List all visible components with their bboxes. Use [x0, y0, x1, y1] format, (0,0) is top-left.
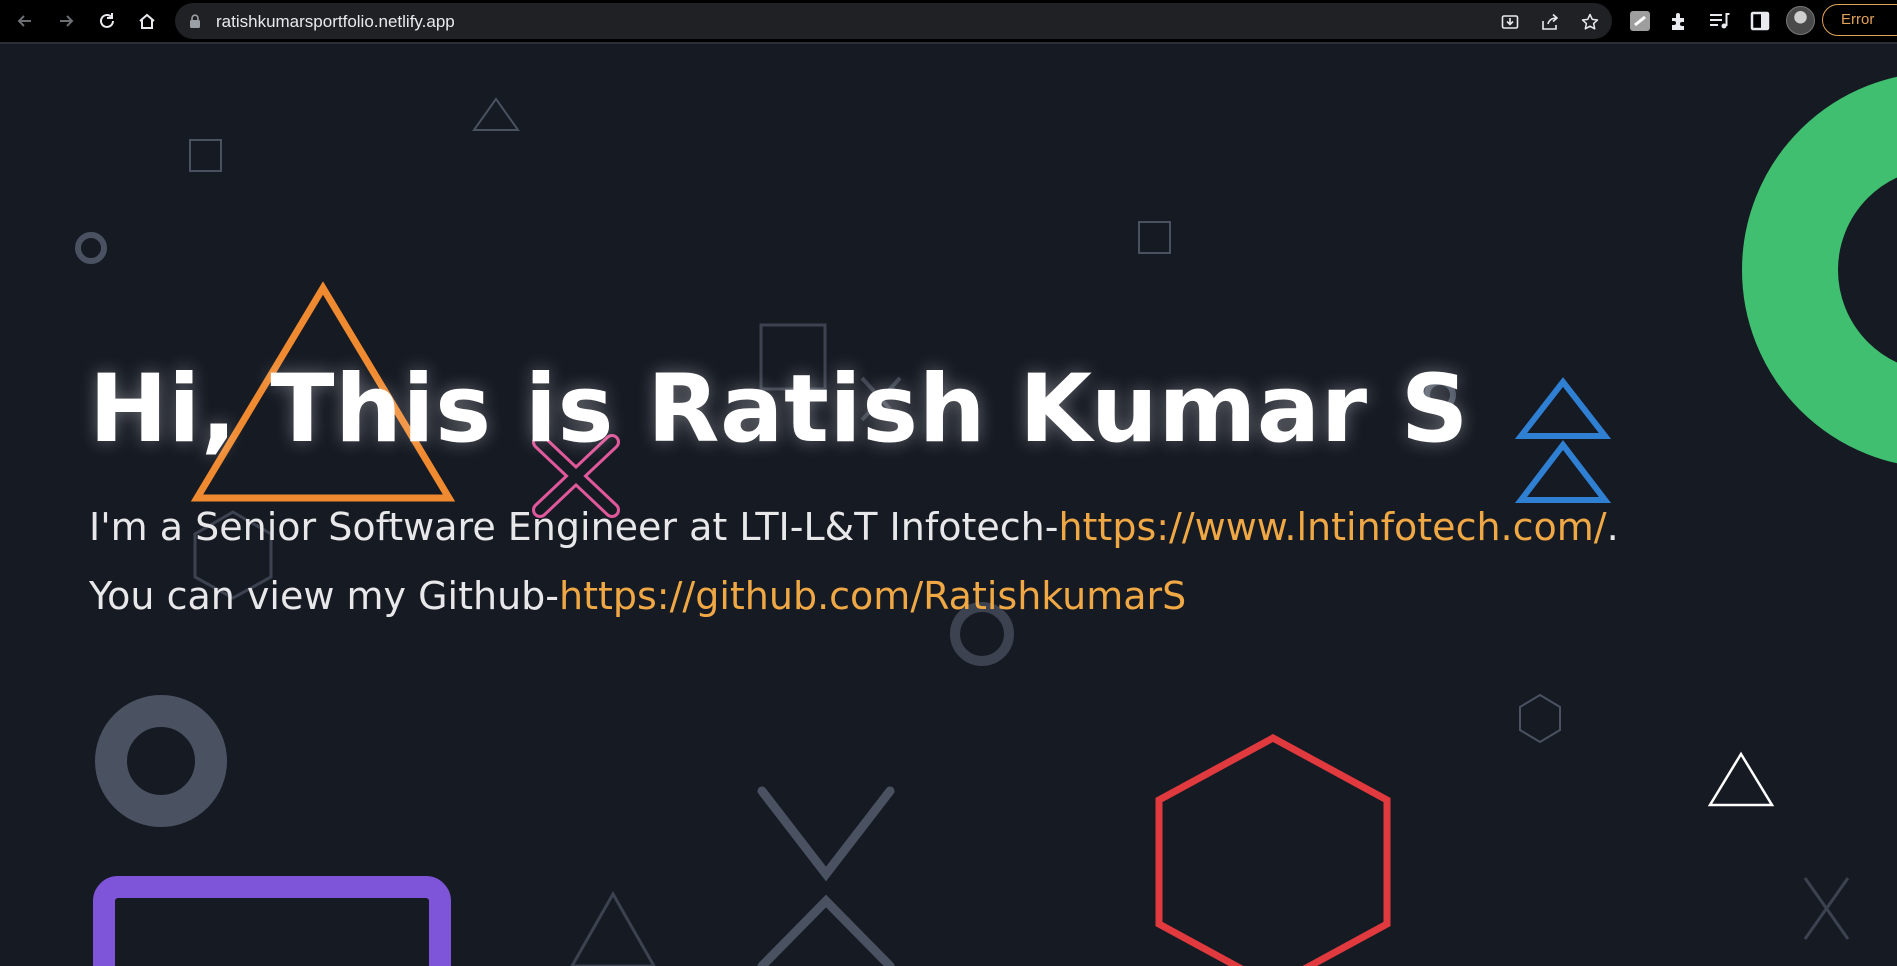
error-button[interactable]: Error ⋮ [1822, 4, 1897, 36]
reload-icon [100, 13, 114, 28]
intro-text: I'm a Senior Software Engineer at LTI-L&… [89, 505, 1059, 549]
forward-button[interactable] [51, 6, 81, 36]
side-panel-button[interactable] [1746, 7, 1774, 35]
green-ring-shape [1742, 77, 1897, 463]
profile-avatar[interactable] [1786, 6, 1815, 35]
gray-ring-shape [95, 695, 227, 827]
error-label: Error [1841, 11, 1875, 28]
home-icon [139, 13, 155, 29]
intro-suffix: . [1606, 505, 1619, 549]
x-shape [1803, 877, 1850, 940]
share-button[interactable] [1538, 10, 1562, 34]
triangle-shape [570, 890, 656, 966]
extension-button[interactable] [1626, 7, 1654, 35]
install-app-button[interactable] [1498, 10, 1522, 34]
side-panel-icon [1750, 11, 1770, 31]
browser-toolbar: ratishkumarsportfolio.netlify.app Error … [0, 0, 1897, 44]
back-button[interactable] [10, 6, 40, 36]
white-triangle-shape [1707, 751, 1775, 807]
square-shape [1138, 221, 1171, 254]
lock-icon[interactable] [189, 14, 201, 29]
hero-section: Hi, This is Ratish Kumar S I'm a Senior … [89, 345, 1789, 631]
hexagon-shape [1519, 693, 1561, 744]
home-button[interactable] [132, 6, 162, 36]
media-control-button[interactable] [1705, 7, 1733, 35]
bookmark-button[interactable] [1578, 10, 1602, 34]
extension-icon [1630, 11, 1650, 31]
address-bar[interactable]: ratishkumarsportfolio.netlify.app [175, 3, 1612, 39]
kebab-menu-icon[interactable]: ⋮ [1893, 5, 1897, 34]
github-text: You can view my Github- [89, 574, 559, 618]
ring-shape [75, 232, 107, 264]
url-text[interactable]: ratishkumarsportfolio.netlify.app [216, 12, 455, 32]
media-queue-icon [1710, 13, 1730, 29]
triangle-shape [472, 97, 520, 131]
reload-button[interactable] [92, 6, 122, 36]
github-line: You can view my Github-https://github.co… [89, 562, 1789, 631]
forward-arrow-icon [60, 15, 74, 27]
puzzle-icon [1672, 13, 1684, 30]
gray-x-shape [757, 786, 895, 966]
red-hexagon-shape [1155, 734, 1391, 966]
purple-square-shape [93, 876, 451, 966]
share-icon [1542, 13, 1559, 30]
square-shape [189, 139, 222, 172]
hero-title: Hi, This is Ratish Kumar S [89, 355, 1469, 464]
github-link[interactable]: https://github.com/RatishkumarS [559, 574, 1186, 618]
install-app-icon [1501, 15, 1519, 29]
company-link[interactable]: https://www.lntinfotech.com/ [1058, 505, 1606, 549]
back-arrow-icon [17, 15, 31, 27]
extensions-menu-button[interactable] [1665, 7, 1693, 35]
star-icon [1581, 13, 1599, 30]
intro-line: I'm a Senior Software Engineer at LTI-L&… [89, 493, 1789, 562]
